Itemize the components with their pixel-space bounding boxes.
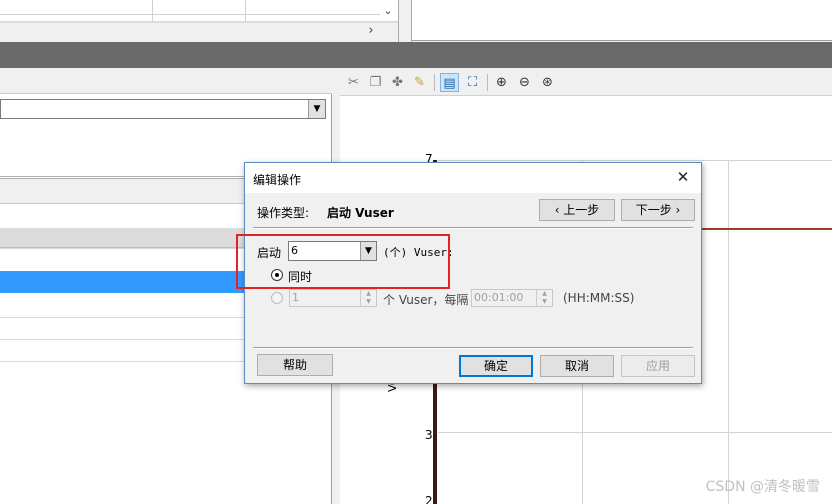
zoom-in-icon[interactable]: ⊕ xyxy=(492,73,511,92)
batch-radio[interactable] xyxy=(271,292,283,304)
copy-icon[interactable]: ❐ xyxy=(366,73,385,92)
cancel-button[interactable]: 取消 xyxy=(540,355,614,377)
batch-interval-stepper[interactable]: 00:01:00 ▲ ▼ xyxy=(471,289,553,307)
paste-icon[interactable]: ✤ xyxy=(388,73,407,92)
horizontal-scrollbar[interactable] xyxy=(0,22,398,40)
zoom-reset-icon[interactable]: ⊛ xyxy=(538,73,557,92)
batch-count-value: 1 xyxy=(292,291,299,304)
batch-text: 个 Vuser，每隔 xyxy=(383,293,469,307)
dialog-title: 编辑操作 xyxy=(253,173,302,187)
gridline xyxy=(438,160,832,161)
top-grid xyxy=(0,0,398,22)
close-icon[interactable]: ✕ xyxy=(673,167,693,187)
scroll-right-arrow-icon[interactable]: › xyxy=(364,24,378,38)
annotation-highlight-box xyxy=(236,234,450,289)
top-right-pane xyxy=(412,0,832,41)
y-tick-label: 3 xyxy=(425,428,433,442)
section-divider-band xyxy=(0,42,832,68)
left-combo-box[interactable]: ▼ xyxy=(0,99,326,119)
fit-icon[interactable]: ⛶ xyxy=(463,73,482,92)
help-button[interactable]: 帮助 xyxy=(257,354,333,376)
pencil-icon[interactable]: ✎ xyxy=(410,73,429,92)
pane-splitter[interactable] xyxy=(398,0,412,42)
scroll-down-arrow-icon[interactable]: ⌄ xyxy=(380,4,396,18)
dialog-separator xyxy=(253,347,693,349)
left-pane-header xyxy=(0,70,332,94)
gridline xyxy=(438,432,832,433)
cut-icon[interactable]: ✂ xyxy=(344,73,363,92)
view-icon[interactable]: ▤ xyxy=(440,73,459,92)
apply-button[interactable]: 应用 xyxy=(621,355,695,377)
stepper-arrows-icon[interactable]: ▲ ▼ xyxy=(536,290,552,306)
gridline xyxy=(728,160,729,504)
op-type-value: 启动 Vuser xyxy=(327,206,394,220)
batch-count-stepper[interactable]: 1 ▲ ▼ xyxy=(289,289,377,307)
op-type-label: 操作类型: xyxy=(257,206,310,220)
prev-step-button[interactable]: ‹ 上一步 xyxy=(539,199,615,221)
watermark: CSDN @清冬暖雪 xyxy=(705,479,820,495)
ok-button[interactable]: 确定 xyxy=(459,355,533,377)
next-step-button[interactable]: 下一步 › xyxy=(621,199,695,221)
combo-dropdown-icon[interactable]: ▼ xyxy=(308,100,325,118)
time-format-label: (HH:MM:SS) xyxy=(563,291,635,305)
dialog-separator xyxy=(253,227,693,229)
dialog-title-bar[interactable]: 编辑操作 ✕ xyxy=(245,163,701,193)
graph-toolbar: ✂ ❐ ✤ ✎ ▤ ⛶ ⊕ ⊖ ⊛ xyxy=(340,70,832,96)
batch-interval-value: 00:01:00 xyxy=(474,291,524,304)
y-tick-label: 2 xyxy=(425,494,433,504)
zoom-out-icon[interactable]: ⊖ xyxy=(515,73,534,92)
stepper-arrows-icon[interactable]: ▲ ▼ xyxy=(360,290,376,306)
